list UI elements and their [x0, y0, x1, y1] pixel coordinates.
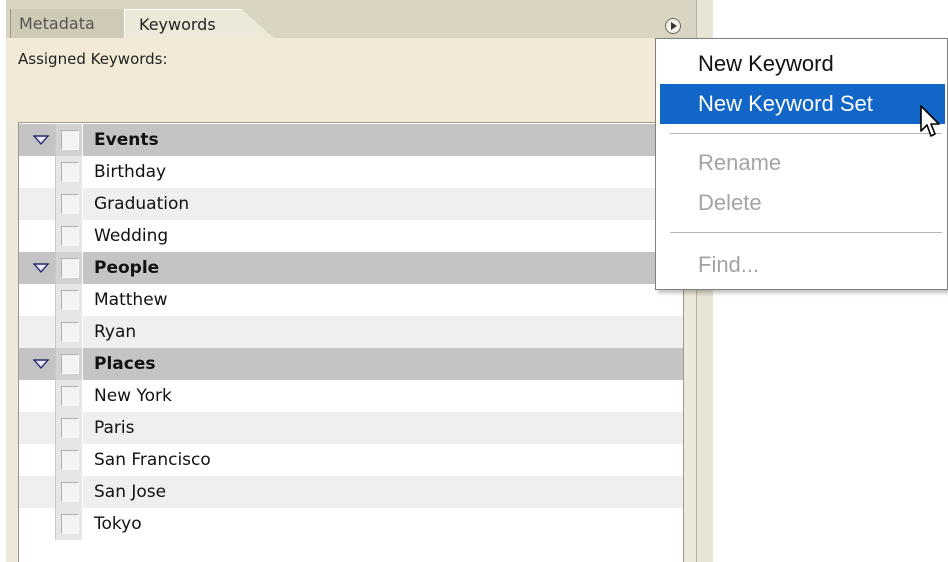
keyword-row[interactable]: San Jose: [19, 476, 683, 508]
keyword-row[interactable]: Tokyo: [19, 508, 683, 540]
assigned-keywords-area: Assigned Keywords:: [6, 38, 696, 122]
keyword-row[interactable]: Paris: [19, 412, 683, 444]
expand-triangle-icon[interactable]: [33, 359, 49, 369]
keyword-row[interactable]: Birthday: [19, 156, 683, 188]
assigned-keywords-label: Assigned Keywords:: [18, 50, 168, 68]
keyword-set-row[interactable]: People: [19, 252, 683, 284]
expand-triangle-icon[interactable]: [33, 263, 49, 273]
keyword-checkbox[interactable]: [61, 162, 79, 182]
keyword-checkbox[interactable]: [61, 194, 79, 214]
keyword-set-label: People: [94, 258, 160, 278]
keyword-list: Events Birthday Graduation Wedding People Mat…: [18, 122, 684, 562]
menu-separator: [670, 133, 942, 134]
keyword-row[interactable]: Matthew: [19, 284, 683, 316]
keyword-set-label: Events: [94, 130, 159, 150]
tab-strip: Metadata Keywords: [6, 0, 696, 38]
keyword-checkbox[interactable]: [61, 514, 79, 534]
keyword-checkbox[interactable]: [61, 290, 79, 310]
flyout-arrow-icon: [671, 22, 677, 30]
keyword-checkbox[interactable]: [61, 322, 79, 342]
keyword-checkbox[interactable]: [61, 354, 79, 374]
keyword-row[interactable]: Graduation: [19, 188, 683, 220]
keyword-set-row[interactable]: Places: [19, 348, 683, 380]
keyword-label: Graduation: [94, 194, 190, 214]
keyword-row[interactable]: Wedding: [19, 220, 683, 252]
keywords-panel: Metadata Keywords Assigned Keywords: Eve…: [6, 0, 713, 562]
keyword-row[interactable]: New York: [19, 380, 683, 412]
keyword-label: Ryan: [94, 322, 137, 342]
keyword-checkbox[interactable]: [61, 226, 79, 246]
keyword-set-row[interactable]: Events: [19, 124, 683, 156]
keyword-row[interactable]: Ryan: [19, 316, 683, 348]
mouse-pointer-icon: [920, 105, 940, 137]
keyword-label: Birthday: [94, 162, 167, 182]
panel-flyout-menu: New Keyword New Keyword Set Rename Delet…: [655, 38, 948, 290]
keyword-row[interactable]: San Francisco: [19, 444, 683, 476]
tab-metadata[interactable]: Metadata: [10, 9, 124, 38]
keyword-label: Tokyo: [94, 514, 142, 534]
keyword-checkbox[interactable]: [61, 450, 79, 470]
tab-keywords[interactable]: Keywords: [124, 9, 274, 38]
panel-menu-button[interactable]: [665, 18, 681, 34]
menu-item-new-keyword[interactable]: New Keyword: [660, 44, 945, 84]
menu-item-delete[interactable]: Delete: [660, 183, 945, 223]
keyword-checkbox[interactable]: [61, 130, 79, 150]
menu-item-new-keyword-set[interactable]: New Keyword Set: [660, 84, 945, 124]
keyword-set-label: Places: [94, 354, 156, 374]
keyword-checkbox[interactable]: [61, 258, 79, 278]
keyword-checkbox[interactable]: [61, 418, 79, 438]
keyword-label: Paris: [94, 418, 135, 438]
keyword-checkbox[interactable]: [61, 482, 79, 502]
keyword-label: Matthew: [94, 290, 168, 310]
keyword-label: San Jose: [94, 482, 167, 502]
menu-separator: [670, 232, 942, 233]
keyword-label: San Francisco: [94, 450, 211, 470]
menu-item-find[interactable]: Find...: [660, 245, 945, 285]
keyword-label: Wedding: [94, 226, 169, 246]
menu-item-rename[interactable]: Rename: [660, 143, 945, 183]
keyword-checkbox[interactable]: [61, 386, 79, 406]
keyword-label: New York: [94, 386, 172, 406]
expand-triangle-icon[interactable]: [33, 135, 49, 145]
